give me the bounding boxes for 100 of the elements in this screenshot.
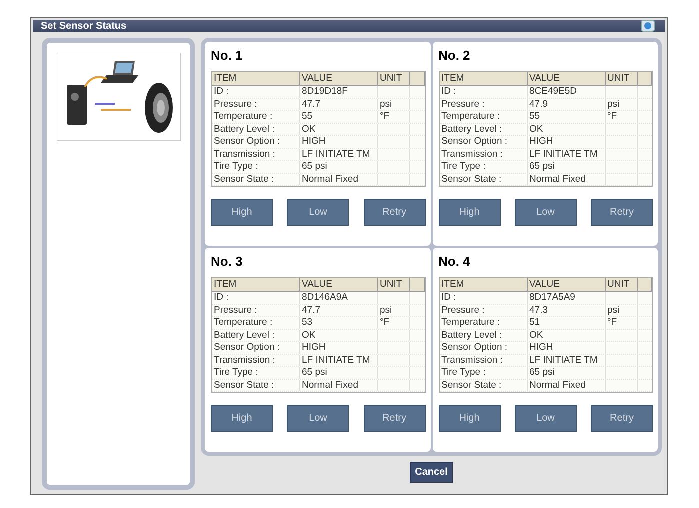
table-cell: 51 (528, 317, 606, 328)
table-cell: ID : (440, 86, 528, 98)
table-cell: Transmission : (212, 354, 300, 366)
action-button[interactable]: Retry (591, 405, 653, 432)
action-button[interactable]: Retry (364, 405, 426, 432)
table-cell: 8CE49E5D (528, 86, 606, 98)
table-cell: 47.3 (528, 304, 606, 316)
table-cell: HIGH (300, 136, 378, 148)
table-cell: LF INITIATE TM (528, 148, 606, 160)
table-cell: 8D146A9A (300, 292, 378, 304)
action-button[interactable]: Low (514, 199, 577, 226)
column-header: UNIT (606, 278, 638, 291)
table-cell: LF INITIATE TM (300, 148, 378, 160)
column-header: ITEM (440, 278, 528, 291)
table-cell: Sensor State : (212, 380, 300, 391)
cancel-button[interactable]: Cancel (410, 462, 453, 483)
table-cell: Temperature : (440, 317, 528, 328)
table-cell: Pressure : (212, 304, 300, 316)
sensor-title: No. 2 (438, 48, 472, 63)
table-cell: Pressure : (212, 98, 300, 110)
table-cell: OK (300, 330, 378, 341)
table-cell: Normal Fixed (528, 380, 606, 391)
table-cell: Pressure : (440, 98, 528, 110)
table-cell: Temperature : (212, 111, 300, 122)
column-header: ITEM (440, 72, 528, 85)
table-cell: Sensor Option : (440, 342, 528, 354)
sensor-title: No. 3 (211, 254, 244, 269)
table-cell: LF INITIATE TM (300, 354, 378, 366)
action-button[interactable]: Low (287, 199, 350, 226)
window-icon[interactable] (641, 20, 655, 32)
table-cell: 47.7 (300, 98, 378, 110)
table-cell: °F (380, 317, 390, 328)
table-cell: ID : (440, 292, 528, 304)
table-cell: Pressure : (440, 304, 528, 316)
table-cell: Transmission : (212, 148, 300, 160)
table-cell: Temperature : (440, 111, 528, 122)
table-cell: Sensor State : (212, 174, 300, 185)
table-cell: Battery Level : (212, 330, 300, 341)
table-cell: HIGH (528, 136, 606, 148)
table-cell: Sensor State : (440, 174, 528, 185)
sensor-title: No. 1 (211, 48, 244, 63)
table-cell: Tire Type : (440, 367, 528, 378)
action-button[interactable]: Retry (591, 199, 653, 226)
table-cell: psi (380, 98, 392, 110)
table-cell: Battery Level : (440, 330, 528, 341)
table-cell: Transmission : (440, 354, 528, 366)
action-button[interactable]: Retry (364, 199, 426, 226)
table-cell: 65 psi (528, 161, 606, 172)
column-header: ITEM (212, 278, 300, 291)
table-cell: Tire Type : (440, 161, 528, 172)
column-header: VALUE (528, 72, 606, 85)
table-cell: HIGH (300, 342, 378, 354)
column-header: VALUE (300, 278, 378, 291)
table-cell: 65 psi (528, 367, 606, 378)
table-cell: Sensor Option : (212, 136, 300, 148)
table-cell: 65 psi (300, 161, 378, 172)
table-cell: Normal Fixed (528, 174, 606, 185)
table-cell: 8D19D18F (300, 86, 378, 98)
table-cell: 55 (528, 111, 606, 122)
table-cell: 53 (300, 317, 378, 328)
table-cell: Temperature : (212, 317, 300, 328)
table-cell: 8D17A5A9 (528, 292, 606, 304)
column-header: ITEM (212, 72, 300, 85)
table-cell: psi (608, 98, 620, 110)
table-cell: Sensor Option : (212, 342, 300, 354)
table-cell: psi (608, 304, 620, 316)
action-button[interactable]: High (211, 405, 273, 432)
table-cell: ID : (212, 86, 300, 98)
table-cell: Tire Type : (212, 367, 300, 378)
table-cell: Battery Level : (212, 124, 300, 135)
action-button[interactable]: High (438, 199, 500, 226)
table-cell: Tire Type : (212, 161, 300, 172)
table-cell: 47.7 (300, 304, 378, 316)
column-header: VALUE (528, 278, 606, 291)
table-cell: ID : (212, 292, 300, 304)
table-cell: Battery Level : (440, 124, 528, 135)
table-cell: OK (300, 124, 378, 135)
action-button[interactable]: Low (287, 405, 350, 432)
table-cell: 47.9 (528, 98, 606, 110)
table-cell: Sensor Option : (440, 136, 528, 148)
table-cell: 65 psi (300, 367, 378, 378)
table-cell: Normal Fixed (300, 174, 378, 185)
window-title: Set Sensor Status (41, 20, 127, 32)
action-button[interactable]: High (438, 405, 500, 432)
table-cell: Sensor State : (440, 380, 528, 391)
sensor-title: No. 4 (438, 254, 472, 269)
column-header: UNIT (378, 72, 410, 85)
column-header: UNIT (606, 72, 638, 85)
action-button[interactable]: High (211, 199, 273, 226)
table-cell: HIGH (528, 342, 606, 354)
column-header: UNIT (378, 278, 410, 291)
table-cell: °F (380, 111, 390, 122)
table-cell: 55 (300, 111, 378, 122)
table-cell: psi (380, 304, 392, 316)
table-cell: Transmission : (440, 148, 528, 160)
table-cell: OK (528, 124, 606, 135)
table-cell: Normal Fixed (300, 380, 378, 391)
column-header: VALUE (300, 72, 378, 85)
table-cell: °F (608, 317, 618, 328)
action-button[interactable]: Low (514, 405, 577, 432)
